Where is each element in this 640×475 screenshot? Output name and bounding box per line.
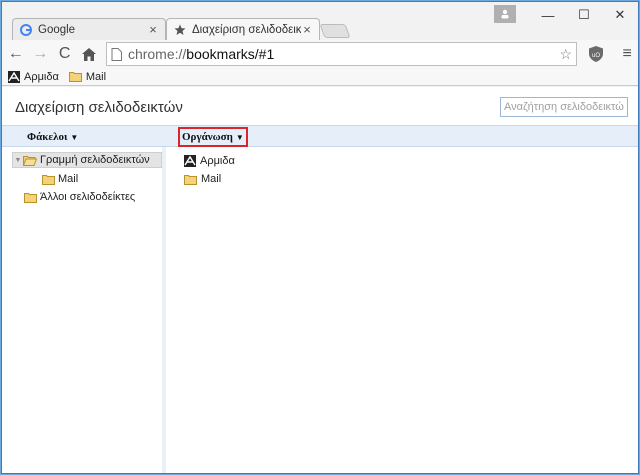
folders-menu-button[interactable]: Φάκελοι ▼	[24, 128, 81, 146]
list-item-label: Αρμιδα	[200, 155, 235, 167]
tab-bookmarks-manager[interactable]: Διαχείριση σελιδοδεικτών ×	[166, 18, 320, 40]
tree-item-mail[interactable]: Mail	[42, 171, 78, 187]
bookmark-armida[interactable]: Αρμιδα	[8, 70, 59, 83]
bookmark-manager-page: Διαχείριση σελιδοδεικτών Φάκελοι ▼ Οργάν…	[2, 87, 638, 473]
minimize-button[interactable]: —	[530, 2, 566, 28]
folder-icon	[42, 174, 55, 185]
tree-item-other-bookmarks[interactable]: Άλλοι σελιδοδείκτες	[24, 189, 135, 205]
folder-icon	[68, 72, 82, 82]
url-path: bookmarks/#1	[186, 46, 275, 62]
close-window-button[interactable]: ✕	[602, 2, 638, 28]
bookmark-label: Αρμιδα	[24, 70, 59, 83]
search-input[interactable]	[500, 97, 628, 117]
tab-strip: Google × Διαχείριση σελιδοδεικτών × — ☐ …	[2, 2, 638, 40]
tree-item-label: Άλλοι σελιδοδείκτες	[40, 191, 136, 203]
bookmark-folder-mail[interactable]: Mail	[68, 70, 107, 83]
browser-window: Google × Διαχείριση σελιδοδεικτών × — ☐ …	[1, 1, 639, 474]
caret-down-icon: ▼	[235, 132, 244, 142]
address-bar[interactable]: chrome://bookmarks/#1 ☆	[105, 42, 577, 66]
folder-tree: ▼ Γραμμή σελιδοδεικτών Mail Άλλοι σελιδο…	[2, 147, 166, 473]
expander-down-icon[interactable]: ▼	[13, 157, 23, 164]
browser-toolbar: ← → C chrome://bookmarks/#1 ☆ uO ≡	[2, 40, 638, 68]
close-icon[interactable]: ×	[147, 22, 159, 37]
caret-down-icon: ▼	[70, 132, 79, 142]
bookmark-list: Αρμιδα Mail	[170, 147, 638, 473]
svg-text:uO: uO	[592, 53, 600, 59]
tab-title: Διαχείριση σελιδοδεικτών	[192, 23, 301, 36]
command-bar: Φάκελοι ▼ Οργάνωση ▼	[2, 125, 638, 147]
home-icon	[82, 47, 97, 61]
folder-icon	[24, 192, 37, 203]
list-item-mail[interactable]: Mail	[184, 171, 221, 187]
bookmark-label: Mail	[85, 70, 107, 83]
bookmark-star-icon[interactable]: ☆	[559, 46, 572, 63]
page-icon	[111, 47, 122, 61]
organize-label: Οργάνωση	[182, 131, 233, 143]
page-header: Διαχείριση σελιδοδεικτών	[2, 87, 638, 125]
star-icon	[173, 23, 187, 37]
profile-icon[interactable]	[494, 5, 516, 23]
url-scheme: chrome://	[127, 46, 187, 62]
close-icon[interactable]: ×	[301, 22, 313, 37]
bookmarks-bar: Αρμιδα Mail	[2, 68, 638, 86]
back-button[interactable]: ←	[5, 43, 26, 65]
new-tab-button[interactable]	[319, 24, 351, 38]
armida-favicon	[8, 70, 20, 83]
tab-google[interactable]: Google ×	[12, 18, 166, 40]
folders-label: Φάκελοι	[27, 131, 68, 143]
home-button[interactable]	[78, 43, 99, 65]
google-icon	[19, 23, 33, 37]
url-text: chrome://bookmarks/#1	[128, 46, 560, 62]
tree-item-label: Mail	[58, 173, 79, 185]
reload-button[interactable]: C	[54, 43, 75, 65]
list-item-armida[interactable]: Αρμιδα	[184, 153, 235, 169]
folder-icon	[184, 174, 197, 185]
menu-icon[interactable]: ≡	[616, 43, 637, 65]
tree-item-label: Γραμμή σελιδοδεικτών	[40, 154, 150, 166]
armida-favicon	[184, 155, 196, 167]
window-controls: — ☐ ✕	[494, 2, 638, 28]
forward-button[interactable]: →	[29, 43, 50, 65]
organize-menu-button[interactable]: Οργάνωση ▼	[178, 127, 248, 147]
list-item-label: Mail	[201, 173, 222, 185]
maximize-button[interactable]: ☐	[566, 2, 602, 28]
ublock-icon[interactable]: uO	[585, 43, 606, 65]
open-folder-icon	[23, 155, 37, 166]
page-title: Διαχείριση σελιδοδεικτών	[15, 99, 183, 116]
tab-title: Google	[38, 23, 76, 36]
tree-item-bookmarks-bar[interactable]: ▼ Γραμμή σελιδοδεικτών	[12, 152, 162, 168]
